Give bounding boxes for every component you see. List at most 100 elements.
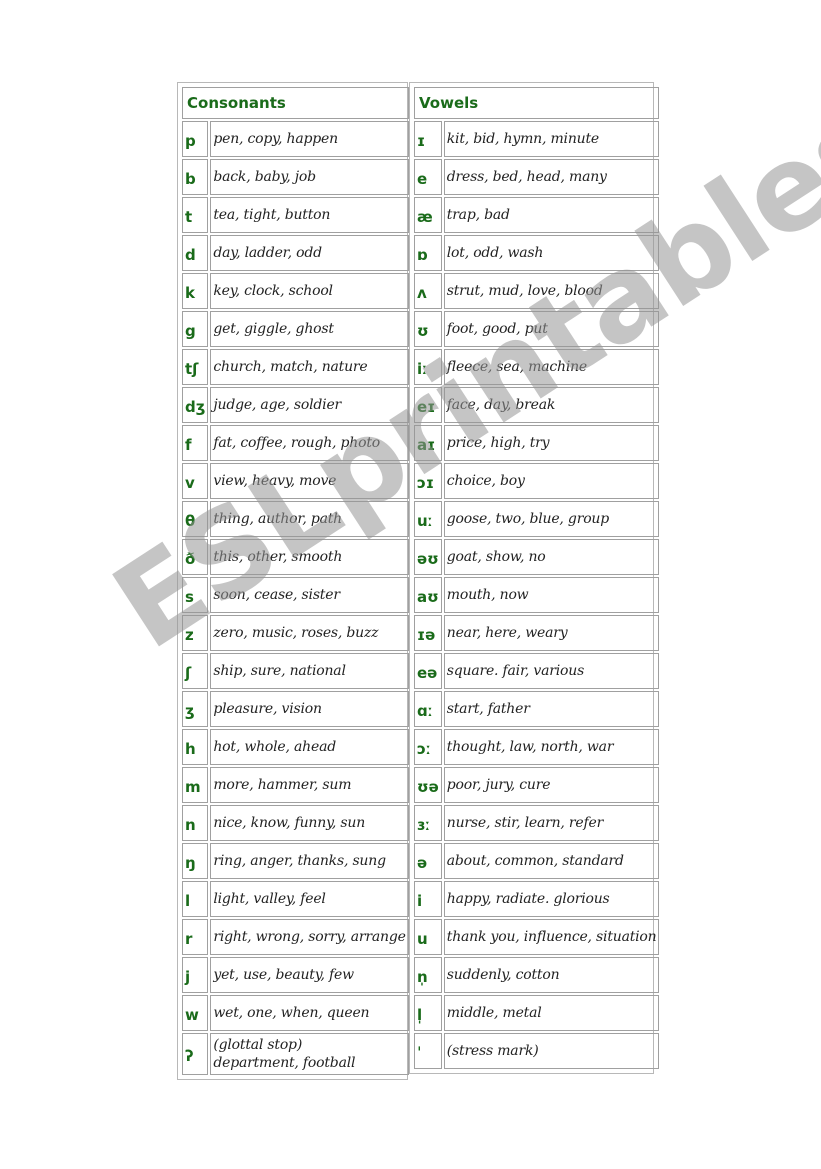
table-row: i happy, radiate. glorious bbox=[414, 881, 660, 917]
table-row: aɪ price, high, try bbox=[414, 425, 660, 461]
consonants-table: Consonants p pen, copy, happen b back, baby… bbox=[177, 82, 409, 1080]
phoneme-symbol: ɑː bbox=[414, 691, 442, 727]
table-row: ʒ pleasure, vision bbox=[182, 691, 409, 727]
example-words: view, heavy, move bbox=[210, 463, 409, 499]
phoneme-symbol: θ bbox=[182, 501, 209, 537]
table-row: ʊ foot, good, put bbox=[414, 311, 660, 347]
phoneme-symbol: ʌ bbox=[414, 273, 442, 309]
example-words: church, match, nature bbox=[210, 349, 409, 385]
example-words: price, high, try bbox=[443, 425, 660, 461]
example-words: goat, show, no bbox=[443, 539, 660, 575]
table-row: eɪ face, day, break bbox=[414, 387, 660, 423]
phoneme-symbol: æ bbox=[414, 197, 442, 233]
consonants-body: p pen, copy, happen b back, baby, job t tea, … bbox=[182, 121, 409, 1075]
table-row: uː goose, two, blue, group bbox=[414, 501, 660, 537]
example-words: key, clock, school bbox=[210, 273, 409, 309]
phoneme-symbol: ə bbox=[414, 843, 442, 879]
table-row: l light, valley, feel bbox=[182, 881, 409, 917]
vowels-body: ɪ kit, bid, hymn, minute e dress, bed, head… bbox=[414, 121, 660, 1069]
phoneme-symbol: ŋ bbox=[182, 843, 209, 879]
example-words: ring, anger, thanks, sung bbox=[210, 843, 409, 879]
phoneme-symbol: ɪə bbox=[414, 615, 442, 651]
phoneme-symbol: ʊ bbox=[414, 311, 442, 347]
example-words: happy, radiate. glorious bbox=[443, 881, 660, 917]
example-words: lot, odd, wash bbox=[443, 235, 660, 271]
example-words: day, ladder, odd bbox=[210, 235, 409, 271]
table-row: s soon, cease, sister bbox=[182, 577, 409, 613]
phoneme-symbol: l bbox=[182, 881, 209, 917]
table-row: æ trap, bad bbox=[414, 197, 660, 233]
example-words: thank you, influence, situation bbox=[443, 919, 660, 955]
example-line: department, football bbox=[213, 1055, 356, 1071]
phoneme-symbol: m bbox=[182, 767, 209, 803]
phoneme-symbol: e bbox=[414, 159, 442, 195]
example-words: suddenly, cotton bbox=[443, 957, 660, 993]
phoneme-symbol: ɔɪ bbox=[414, 463, 442, 499]
example-words: start, father bbox=[443, 691, 660, 727]
table-row: g get, giggle, ghost bbox=[182, 311, 409, 347]
table-row: iː fleece, sea, machine bbox=[414, 349, 660, 385]
table-row: ɑː start, father bbox=[414, 691, 660, 727]
phoneme-symbol: b bbox=[182, 159, 209, 195]
table-row: b back, baby, job bbox=[182, 159, 409, 195]
example-words: get, giggle, ghost bbox=[210, 311, 409, 347]
phoneme-symbol: aɪ bbox=[414, 425, 442, 461]
table-row: θ thing, author, path bbox=[182, 501, 409, 537]
phoneme-symbol: n̩ bbox=[414, 957, 442, 993]
phoneme-symbol: d bbox=[182, 235, 209, 271]
phoneme-symbol: w bbox=[182, 995, 209, 1031]
table-row: w wet, one, when, queen bbox=[182, 995, 409, 1031]
example-words: goose, two, blue, group bbox=[443, 501, 660, 537]
table-row: aʊ mouth, now bbox=[414, 577, 660, 613]
phoneme-symbol: eɪ bbox=[414, 387, 442, 423]
phoneme-symbol: ʃ bbox=[182, 653, 209, 689]
phoneme-symbol: əʊ bbox=[414, 539, 442, 575]
phoneme-symbol: iː bbox=[414, 349, 442, 385]
example-words: about, common, standard bbox=[443, 843, 660, 879]
phoneme-symbol: g bbox=[182, 311, 209, 347]
table-row: ɜː nurse, stir, learn, refer bbox=[414, 805, 660, 841]
table-row: t tea, tight, button bbox=[182, 197, 409, 233]
phoneme-symbol: ɪ bbox=[414, 121, 442, 157]
example-words: square. fair, various bbox=[443, 653, 660, 689]
example-words: nurse, stir, learn, refer bbox=[443, 805, 660, 841]
example-words: middle, metal bbox=[443, 995, 660, 1031]
phoneme-symbol: h bbox=[182, 729, 209, 765]
table-row: dʒ judge, age, soldier bbox=[182, 387, 409, 423]
example-words: wet, one, when, queen bbox=[210, 995, 409, 1031]
example-words: trap, bad bbox=[443, 197, 660, 233]
phoneme-symbol: ˈ bbox=[414, 1033, 442, 1069]
table-row: v view, heavy, move bbox=[182, 463, 409, 499]
phoneme-symbol: p bbox=[182, 121, 209, 157]
example-words: right, wrong, sorry, arrange bbox=[210, 919, 409, 955]
table-row: tʃ church, match, nature bbox=[182, 349, 409, 385]
table-row: j yet, use, beauty, few bbox=[182, 957, 409, 993]
phoneme-symbol: ʔ bbox=[182, 1033, 209, 1075]
table-row: ʔ (glottal stop) department, football bbox=[182, 1033, 409, 1075]
example-words: near, here, weary bbox=[443, 615, 660, 651]
phoneme-symbol: n bbox=[182, 805, 209, 841]
phoneme-symbol: z bbox=[182, 615, 209, 651]
example-words: (stress mark) bbox=[443, 1033, 660, 1069]
example-words: face, day, break bbox=[443, 387, 660, 423]
phoneme-symbol: r bbox=[182, 919, 209, 955]
example-words: strut, mud, love, blood bbox=[443, 273, 660, 309]
table-row: əʊ goat, show, no bbox=[414, 539, 660, 575]
example-words: light, valley, feel bbox=[210, 881, 409, 917]
table-row: e dress, bed, head, many bbox=[414, 159, 660, 195]
example-words: more, hammer, sum bbox=[210, 767, 409, 803]
example-words: dress, bed, head, many bbox=[443, 159, 660, 195]
example-words: judge, age, soldier bbox=[210, 387, 409, 423]
table-row: p pen, copy, happen bbox=[182, 121, 409, 157]
table-row: ʌ strut, mud, love, blood bbox=[414, 273, 660, 309]
table-row: u thank you, influence, situation bbox=[414, 919, 660, 955]
table-row: k key, clock, school bbox=[182, 273, 409, 309]
example-line: (glottal stop) bbox=[213, 1037, 303, 1053]
table-row: ʃ ship, sure, national bbox=[182, 653, 409, 689]
phoneme-symbol: ɒ bbox=[414, 235, 442, 271]
phoneme-symbol: uː bbox=[414, 501, 442, 537]
example-words: thing, author, path bbox=[210, 501, 409, 537]
example-words: fat, coffee, rough, photo bbox=[210, 425, 409, 461]
phoneme-symbol: ð bbox=[182, 539, 209, 575]
phoneme-symbol: ʊə bbox=[414, 767, 442, 803]
